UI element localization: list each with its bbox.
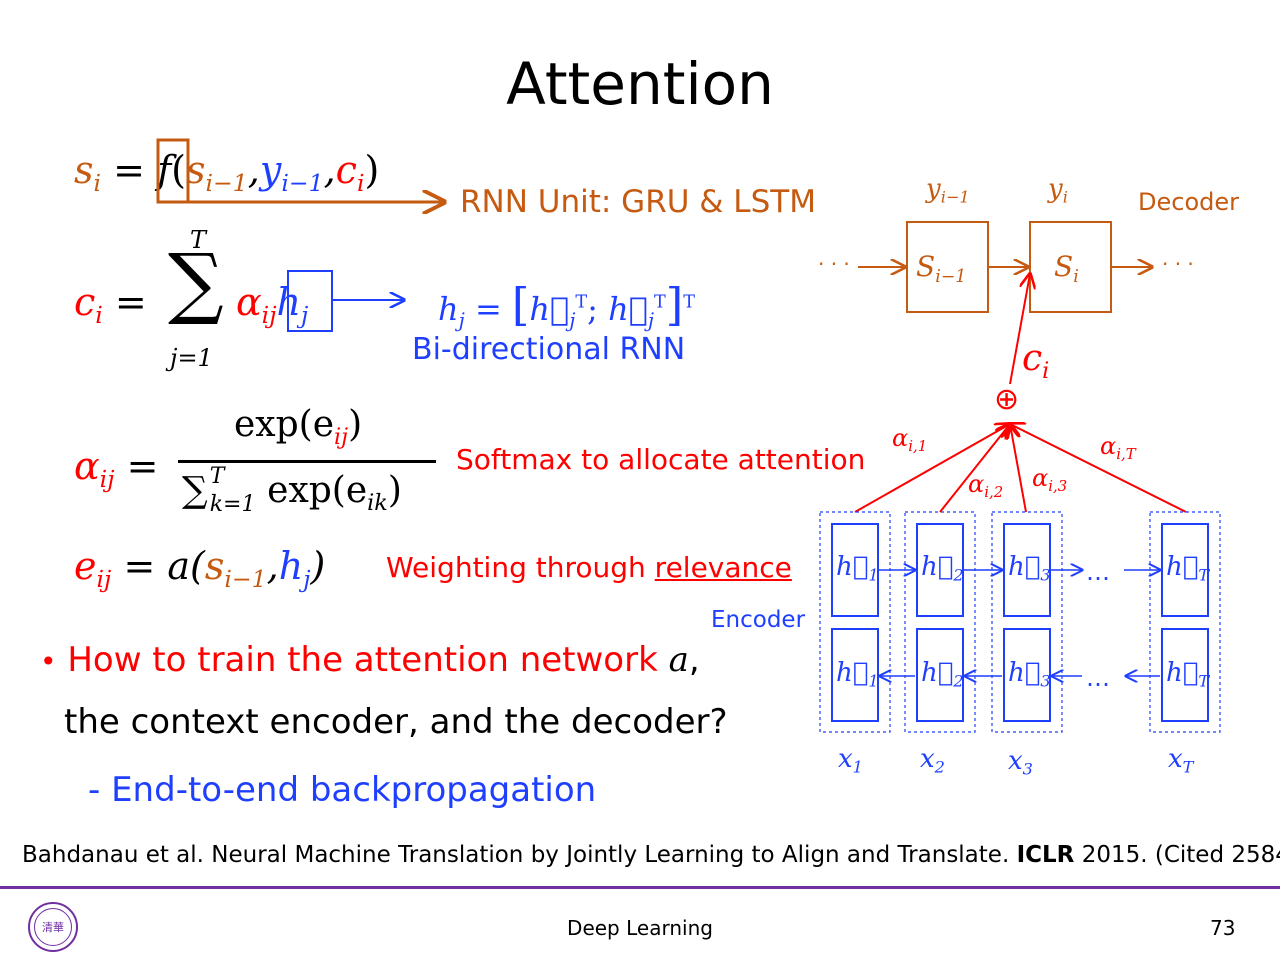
backward-state-3: h⃖3 xyxy=(1008,658,1051,691)
backward-state-1: h⃖1 xyxy=(836,658,879,691)
ci: c xyxy=(1022,338,1043,379)
x-2: x xyxy=(920,744,935,774)
decoder-ellipsis-right: · · · xyxy=(1162,252,1194,276)
s-prev: S xyxy=(916,250,936,283)
alpha-2: α xyxy=(968,470,985,498)
s-cur-sub: i xyxy=(1073,267,1079,288)
encoder-column-3 xyxy=(991,511,1063,733)
alpha-3: α xyxy=(1032,464,1049,492)
encoder-column-1 xyxy=(819,511,891,733)
s-prev-sub: i−1 xyxy=(935,267,967,288)
alpha-label-T: αi,T xyxy=(1100,432,1136,463)
ci-sub: i xyxy=(1042,357,1050,384)
alpha-3-sub: i,3 xyxy=(1048,477,1068,496)
fwd-h-1: h⃗ xyxy=(836,552,869,582)
bwd-h-2-sub: 2 xyxy=(953,671,964,691)
input-x3: x3 xyxy=(1008,746,1033,779)
fwd-h-2: h⃗ xyxy=(921,552,954,582)
alpha-T-sub: i,T xyxy=(1116,445,1136,464)
diagram-canvas xyxy=(156,138,1221,733)
x-T: x xyxy=(1168,744,1183,774)
alpha-T: α xyxy=(1100,432,1117,460)
page-number: 73 xyxy=(1210,916,1236,940)
context-vector-label: ci xyxy=(1022,338,1049,384)
y-prev-sub: i−1 xyxy=(940,187,970,207)
forward-state-2: h⃗2 xyxy=(921,552,964,585)
fwd-h-T-sub: T xyxy=(1198,565,1210,585)
x-1-sub: 1 xyxy=(852,757,863,777)
decoder-label: Decoder xyxy=(1138,188,1239,216)
s-cur: S xyxy=(1054,250,1074,283)
encoder-label: Encoder xyxy=(711,607,806,633)
footer-course: Deep Learning xyxy=(567,916,713,940)
backward-state-T: h⃖T xyxy=(1166,658,1209,691)
input-x1: x1 xyxy=(838,744,863,777)
bwd-h-1: h⃖ xyxy=(836,658,869,688)
fwd-h-2-sub: 2 xyxy=(953,565,964,585)
bwd-h-T-sub: T xyxy=(1198,671,1210,691)
weighted-sum-icon: ⊕ xyxy=(994,382,1020,417)
input-xT: xT xyxy=(1168,744,1193,777)
alpha-1: α xyxy=(892,424,909,452)
backward-dots: … xyxy=(1086,664,1110,692)
bwd-h-3: h⃖ xyxy=(1008,658,1041,688)
forward-state-T: h⃗T xyxy=(1166,552,1209,585)
fwd-h-3-sub: 3 xyxy=(1040,565,1051,585)
bwd-h-1-sub: 1 xyxy=(868,671,879,691)
bwd-h-2: h⃖ xyxy=(921,658,954,688)
backward-state-2: h⃖2 xyxy=(921,658,964,691)
footer-divider xyxy=(0,886,1280,889)
x-3: x xyxy=(1008,746,1023,776)
decoder-state-prev: Si−1 xyxy=(916,250,966,287)
input-x2: x2 xyxy=(920,744,945,777)
alpha-1-sub: i,1 xyxy=(908,437,928,456)
f-highlight-box xyxy=(156,138,190,204)
hj-highlight-box xyxy=(287,270,333,332)
forward-dots: … xyxy=(1086,558,1110,586)
alpha-2-sub: i,2 xyxy=(984,483,1004,502)
bwd-h-T: h⃖ xyxy=(1166,658,1199,688)
bwd-h-3-sub: 3 xyxy=(1040,671,1051,691)
decoder-state-cur: Si xyxy=(1054,250,1079,287)
alpha-label-3: αi,3 xyxy=(1032,464,1067,495)
encoder-column-T xyxy=(1149,511,1221,733)
x-T-sub: T xyxy=(1182,757,1194,777)
forward-state-3: h⃗3 xyxy=(1008,552,1051,585)
fwd-h-3: h⃗ xyxy=(1008,552,1041,582)
y-prev-label: yi−1 xyxy=(926,174,970,207)
y-cur: y xyxy=(1048,174,1063,204)
encoder-column-2 xyxy=(904,511,976,733)
alpha-label-2: αi,2 xyxy=(968,470,1003,501)
y-prev: y xyxy=(926,174,941,204)
x-1: x xyxy=(838,744,853,774)
forward-state-1: h⃗1 xyxy=(836,552,879,585)
decoder-ellipsis-left: · · · xyxy=(818,252,850,276)
fwd-h-T: h⃗ xyxy=(1166,552,1199,582)
x-2-sub: 2 xyxy=(934,757,945,777)
alpha-label-1: αi,1 xyxy=(892,424,927,455)
x-3-sub: 3 xyxy=(1022,759,1033,779)
y-cur-sub: i xyxy=(1062,187,1068,207)
fwd-h-1-sub: 1 xyxy=(868,565,879,585)
y-cur-label: yi xyxy=(1048,174,1068,207)
attention-line-3 xyxy=(1010,424,1027,513)
